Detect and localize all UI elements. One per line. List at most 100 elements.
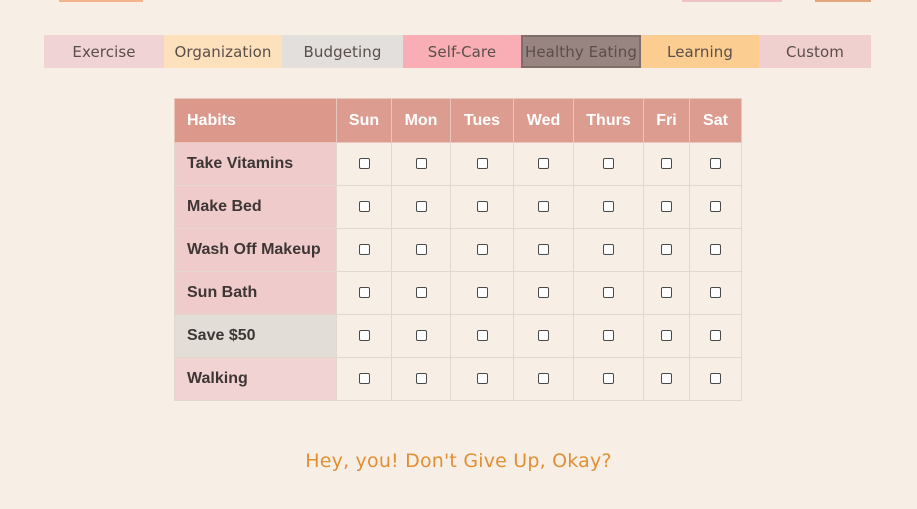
table-row: Save $50 bbox=[174, 314, 742, 358]
column-header-day: Sun bbox=[336, 98, 392, 143]
checkbox-cell bbox=[513, 271, 574, 315]
habit-label: Take Vitamins bbox=[174, 142, 337, 186]
checkbox-cell bbox=[513, 314, 574, 358]
checkbox-cell bbox=[450, 357, 514, 401]
tab-learning[interactable]: Learning bbox=[641, 35, 759, 68]
habit-checkbox[interactable] bbox=[415, 287, 427, 299]
checkbox-cell bbox=[513, 185, 574, 229]
column-header-day: Fri bbox=[643, 98, 690, 143]
checkbox-cell bbox=[391, 314, 451, 358]
checkbox-cell bbox=[336, 314, 392, 358]
checkbox-cell bbox=[391, 357, 451, 401]
habit-label: Wash Off Makeup bbox=[174, 228, 337, 272]
habit-label: Sun Bath bbox=[174, 271, 337, 315]
checkbox-cell bbox=[573, 228, 644, 272]
habit-checkbox[interactable] bbox=[661, 158, 672, 170]
habit-checkbox[interactable] bbox=[603, 158, 614, 170]
checkbox-cell bbox=[336, 271, 392, 315]
habit-table: Habits Sun Mon Tues Wed Thurs Fri Sat Ta… bbox=[174, 98, 742, 401]
habit-checkbox[interactable] bbox=[415, 158, 427, 170]
checkbox-cell bbox=[689, 228, 742, 272]
checkbox-cell bbox=[643, 271, 690, 315]
table-row: Take Vitamins bbox=[174, 142, 742, 186]
category-tabs: Exercise Organization Budgeting Self-Car… bbox=[44, 35, 871, 68]
habit-checkbox[interactable] bbox=[661, 244, 672, 256]
habit-checkbox[interactable] bbox=[476, 373, 488, 385]
column-header-day: Wed bbox=[513, 98, 574, 143]
tab-self-care[interactable]: Self-Care bbox=[403, 35, 521, 68]
habit-checkbox[interactable] bbox=[476, 158, 488, 170]
habit-checkbox[interactable] bbox=[710, 287, 721, 299]
tab-organization[interactable]: Organization bbox=[164, 35, 282, 68]
habit-checkbox[interactable] bbox=[538, 373, 549, 385]
habit-checkbox[interactable] bbox=[603, 244, 614, 256]
habit-checkbox[interactable] bbox=[603, 201, 614, 213]
habit-checkbox[interactable] bbox=[538, 201, 549, 213]
table-row: Walking bbox=[174, 357, 742, 401]
tab-custom[interactable]: Custom bbox=[759, 35, 871, 68]
habit-checkbox[interactable] bbox=[476, 330, 488, 342]
column-header-day: Tues bbox=[450, 98, 514, 143]
column-header-day: Sat bbox=[689, 98, 742, 143]
habit-label: Make Bed bbox=[174, 185, 337, 229]
habit-checkbox[interactable] bbox=[661, 330, 672, 342]
habit-checkbox[interactable] bbox=[358, 287, 370, 299]
table-header-row: Habits Sun Mon Tues Wed Thurs Fri Sat bbox=[174, 98, 742, 143]
habit-checkbox[interactable] bbox=[476, 201, 488, 213]
checkbox-cell bbox=[689, 185, 742, 229]
habit-checkbox[interactable] bbox=[415, 373, 427, 385]
habit-checkbox[interactable] bbox=[415, 244, 427, 256]
habit-checkbox[interactable] bbox=[710, 330, 721, 342]
habit-checkbox[interactable] bbox=[415, 201, 427, 213]
checkbox-cell bbox=[573, 271, 644, 315]
habit-checkbox[interactable] bbox=[358, 373, 370, 385]
habit-checkbox[interactable] bbox=[710, 373, 721, 385]
habit-checkbox[interactable] bbox=[358, 158, 370, 170]
checkbox-cell bbox=[643, 314, 690, 358]
tab-exercise[interactable]: Exercise bbox=[44, 35, 164, 68]
habit-checkbox[interactable] bbox=[603, 287, 614, 299]
habit-checkbox[interactable] bbox=[710, 201, 721, 213]
habit-checkbox[interactable] bbox=[661, 287, 672, 299]
checkbox-cell bbox=[689, 142, 742, 186]
habit-checkbox[interactable] bbox=[358, 201, 370, 213]
habit-checkbox[interactable] bbox=[603, 330, 614, 342]
checkbox-cell bbox=[391, 271, 451, 315]
checkbox-cell bbox=[513, 228, 574, 272]
checkbox-cell bbox=[336, 357, 392, 401]
checkbox-cell bbox=[391, 142, 451, 186]
habit-checkbox[interactable] bbox=[538, 330, 549, 342]
habit-checkbox[interactable] bbox=[710, 244, 721, 256]
decorative-strip bbox=[815, 0, 871, 2]
tab-healthy-eating[interactable]: Healthy Eating bbox=[521, 35, 641, 68]
tab-budgeting[interactable]: Budgeting bbox=[282, 35, 403, 68]
habit-checkbox[interactable] bbox=[415, 330, 427, 342]
habit-checkbox[interactable] bbox=[661, 201, 672, 213]
checkbox-cell bbox=[689, 314, 742, 358]
habit-checkbox[interactable] bbox=[476, 287, 488, 299]
habit-checkbox[interactable] bbox=[476, 244, 488, 256]
habit-checkbox[interactable] bbox=[358, 244, 370, 256]
checkbox-cell bbox=[450, 314, 514, 358]
habit-checkbox[interactable] bbox=[538, 158, 549, 170]
habit-checkbox[interactable] bbox=[603, 373, 614, 385]
checkbox-cell bbox=[643, 185, 690, 229]
habit-checkbox[interactable] bbox=[358, 330, 370, 342]
table-row: Sun Bath bbox=[174, 271, 742, 315]
checkbox-cell bbox=[513, 142, 574, 186]
checkbox-cell bbox=[643, 228, 690, 272]
checkbox-cell bbox=[573, 185, 644, 229]
habit-checkbox[interactable] bbox=[538, 287, 549, 299]
column-header-day: Thurs bbox=[573, 98, 644, 143]
checkbox-cell bbox=[336, 185, 392, 229]
checkbox-cell bbox=[689, 357, 742, 401]
checkbox-cell bbox=[573, 314, 644, 358]
habit-checkbox[interactable] bbox=[710, 158, 721, 170]
habit-label: Walking bbox=[174, 357, 337, 401]
checkbox-cell bbox=[573, 357, 644, 401]
table-row: Make Bed bbox=[174, 185, 742, 229]
table-row: Wash Off Makeup bbox=[174, 228, 742, 272]
habit-checkbox[interactable] bbox=[538, 244, 549, 256]
habit-checkbox[interactable] bbox=[661, 373, 672, 385]
checkbox-cell bbox=[391, 228, 451, 272]
